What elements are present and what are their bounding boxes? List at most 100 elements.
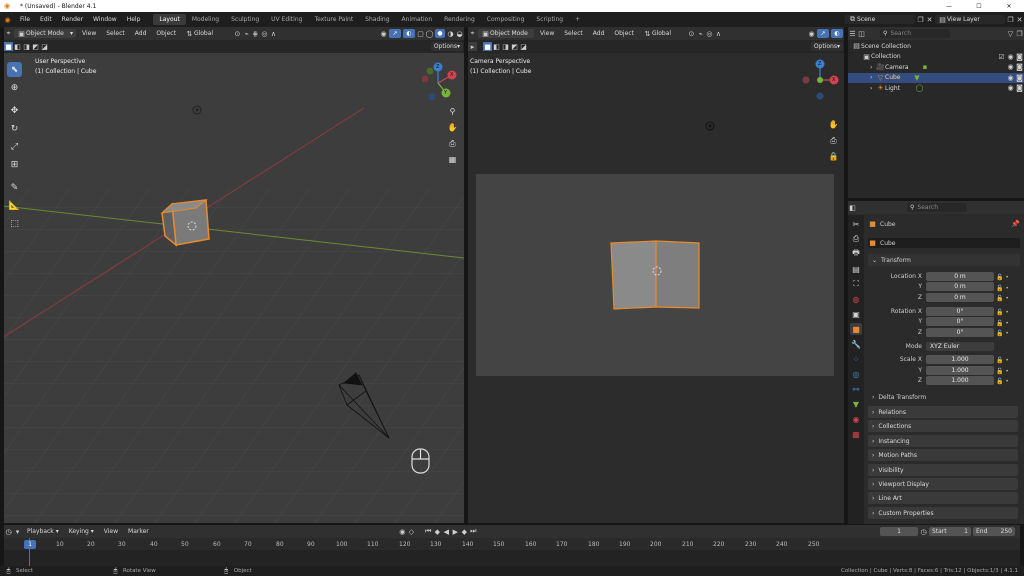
orientation-selector[interactable]: ⇅ Global [181, 29, 232, 38]
perspective-grid-icon[interactable]: ▦ [446, 153, 459, 166]
list-item[interactable]: ▣ Collection ☑ ◉ ◙ [848, 52, 1024, 63]
eye-icon[interactable]: ◉ [1006, 52, 1015, 61]
snap-icon[interactable]: ⌁ [242, 29, 251, 38]
menu-window[interactable]: Window [88, 16, 122, 23]
maximize-button[interactable]: ☐ [964, 3, 994, 10]
cube-object[interactable] [160, 199, 210, 247]
tab-uv-editing[interactable]: UV Editing [265, 14, 308, 25]
solid-shading-icon[interactable]: ● [435, 29, 445, 38]
menu-view[interactable]: View [99, 528, 123, 535]
close-button[interactable]: ✕ [994, 3, 1024, 10]
proportional-edit-icon[interactable]: ◎ [260, 29, 269, 38]
checkbox-icon[interactable]: ☑ [997, 52, 1006, 61]
constraints-tab-icon[interactable]: ⚯ [850, 383, 862, 395]
menu-marker[interactable]: Marker [123, 528, 154, 535]
eye-icon[interactable]: ◉ [1006, 63, 1015, 72]
display-mode-icon[interactable]: ◫ [857, 29, 866, 38]
relations-panel[interactable]: › Relations [868, 406, 1018, 418]
play-icon[interactable]: ▶ [451, 527, 460, 536]
auto-key-icon[interactable]: ◉ [398, 527, 407, 536]
play-reverse-icon[interactable]: ◀ [442, 527, 451, 536]
motion-paths-panel[interactable]: › Motion Paths [868, 449, 1018, 461]
new-scene-icon[interactable]: ❐ [916, 15, 925, 24]
editor-type-icon[interactable]: ◧ [848, 203, 857, 212]
mode-selector[interactable]: ▣ Object Mode ▾ [14, 29, 76, 38]
output-tab-icon[interactable]: 🖶 [850, 248, 862, 260]
cube-object[interactable] [610, 240, 700, 310]
delete-view-layer-icon[interactable]: ✕ [1015, 15, 1024, 24]
eye-icon[interactable]: ◉ [1006, 73, 1015, 82]
menu-view[interactable]: View [77, 30, 101, 37]
current-frame-field[interactable]: 1 [880, 527, 918, 536]
properties-search-input[interactable]: ⚲ Search [907, 203, 967, 212]
select-new-icon[interactable]: ■ [4, 42, 13, 51]
scale-x-field[interactable]: 1.000 [926, 355, 994, 364]
lock-icon[interactable]: 🔓 • 🔓 • 🔓 • [996, 356, 1016, 388]
mode-selector[interactable]: ▣ Object Mode [478, 29, 534, 38]
visibility-icon[interactable]: ◉ [379, 29, 388, 38]
lock-icon[interactable]: 🔓 • 🔓 • 🔓 • [996, 273, 1016, 305]
snap-target-icon[interactable]: ⋕ [251, 29, 260, 38]
menu-object[interactable]: Object [151, 30, 181, 37]
overlay-toggle-icon[interactable]: ◐ [831, 29, 843, 38]
list-item[interactable]: › ☀ Light ◯ ◉ ◙ [848, 83, 1024, 94]
tab-compositing[interactable]: Compositing [481, 14, 531, 25]
eye-icon[interactable]: ◉ [1006, 84, 1015, 93]
camera-render-icon[interactable]: ◙ [1015, 52, 1024, 61]
new-view-layer-icon[interactable]: ❐ [1006, 15, 1015, 24]
lock-icon[interactable]: 🔒 [827, 150, 840, 163]
tab-scripting[interactable]: Scripting [530, 14, 569, 25]
light-object[interactable] [705, 121, 715, 131]
jump-end-icon[interactable]: ⏭ [469, 527, 478, 536]
rotation-z-field[interactable]: 0° [926, 328, 994, 337]
select-subtract-icon[interactable]: ◨ [501, 42, 510, 51]
location-y-field[interactable]: 0 m [926, 282, 994, 291]
select-new-icon[interactable]: ■ [483, 42, 492, 51]
snap-icon[interactable]: ⌁ [696, 29, 705, 38]
new-collection-icon[interactable]: ❐ [1015, 29, 1024, 38]
viewport-display-panel[interactable]: › Viewport Display [868, 478, 1018, 490]
menu-playback[interactable]: Playback ▾ [22, 528, 64, 535]
right-camera-viewport[interactable]: Camera Perspective (1) Collection | Cube… [468, 53, 844, 523]
falloff-icon[interactable]: ∧ [269, 29, 278, 38]
pin-icon[interactable]: 📌 [1011, 220, 1020, 229]
menu-help[interactable]: Help [122, 16, 146, 23]
object-name-field[interactable]: ■ Cube [868, 238, 1020, 248]
filter-icon[interactable]: ▽ [1006, 29, 1015, 38]
pivot-icon[interactable]: ⊙ [687, 29, 696, 38]
pan-hand-icon[interactable]: ✋ [446, 121, 459, 134]
scale-z-field[interactable]: 1.000 [926, 376, 994, 385]
editor-type-icon[interactable]: ⌖ [468, 29, 477, 38]
lock-icon[interactable]: 🔓 • 🔓 • 🔓 • [996, 308, 1016, 340]
gizmo-toggle-icon[interactable]: ↗ [389, 29, 401, 38]
camera-view-icon[interactable]: ⎙ [827, 134, 840, 147]
list-item[interactable]: ▤ Scene Collection [848, 41, 1024, 52]
menu-add[interactable]: Add [588, 30, 610, 37]
keyframe-icon[interactable]: ◇ [407, 527, 416, 536]
light-object[interactable] [192, 105, 202, 115]
menu-keying[interactable]: Keying ▾ [64, 528, 99, 535]
wireframe-shading-icon[interactable]: ◯ [425, 29, 434, 38]
menu-object[interactable]: Object [609, 30, 639, 37]
pan-hand-icon[interactable]: ✋ [827, 118, 840, 131]
render-tab-icon[interactable]: ⎙ [850, 233, 862, 245]
menu-select[interactable]: Select [559, 30, 588, 37]
pivot-icon[interactable]: ⊙ [233, 29, 242, 38]
location-x-field[interactable]: 0 m [926, 272, 994, 281]
orientation-selector[interactable]: ⇅ Global [639, 29, 686, 38]
camera-lock-icon[interactable]: ▸ [468, 42, 477, 51]
select-subtract-icon[interactable]: ◨ [22, 42, 31, 51]
blender-menu-icon[interactable]: ◉ [3, 15, 12, 24]
list-item[interactable]: › ▽ Cube ▼ ◉ ◙ [848, 72, 1024, 83]
select-intersect-icon[interactable]: ◪ [40, 42, 49, 51]
add-cube-icon[interactable]: ⬚ [7, 216, 22, 231]
overlay-toggle-icon[interactable]: ◐ [403, 29, 415, 38]
tab-texture-paint[interactable]: Texture Paint [308, 14, 359, 25]
data-tab-icon[interactable]: ▼ [850, 398, 862, 410]
rendered-shading-icon[interactable]: ◒ [455, 29, 464, 38]
zoom-icon[interactable]: ⚲ [446, 105, 459, 118]
proportional-edit-icon[interactable]: ◎ [705, 29, 714, 38]
tab-animation[interactable]: Animation [396, 14, 439, 25]
camera-render-icon[interactable]: ◙ [1015, 73, 1024, 82]
select-extend-icon[interactable]: ◧ [13, 42, 22, 51]
